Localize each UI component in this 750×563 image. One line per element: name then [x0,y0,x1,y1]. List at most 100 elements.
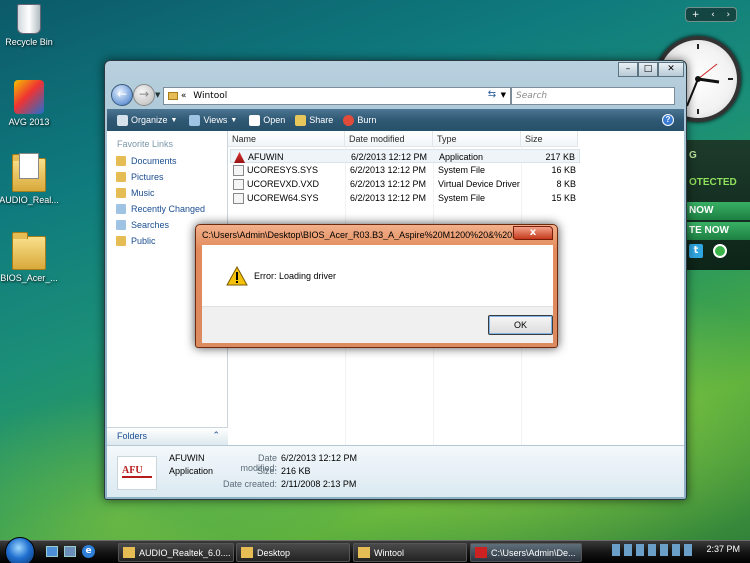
details-name: AFUWIN [169,453,205,463]
searches-icon [116,220,126,230]
desktop-icon-label: BIOS_Acer_... [0,273,58,283]
warning-icon [226,266,248,286]
forward-button[interactable]: → [133,84,155,106]
file-row[interactable]: UCOREW64.SYS 6/2/2013 12:12 PM System Fi… [230,191,580,205]
sidebar-next-button[interactable]: › [726,10,730,20]
column-header-type[interactable]: Type [433,131,521,147]
folder-icon [12,232,46,270]
organize-button[interactable]: Organize ▼ [117,114,177,126]
history-dropdown-icon[interactable]: ▼ [155,91,160,99]
twitter-icon[interactable]: t [689,244,703,258]
add-gadget-button[interactable]: + [692,10,700,20]
breadcrumb-current[interactable]: Wintool [193,91,227,101]
file-modified: 6/2/2013 12:12 PM [351,152,428,162]
file-type: Application [439,152,484,162]
system-file-icon [233,165,244,176]
desktop-icon-bios-folder[interactable]: BIOS_Acer_... [0,232,64,283]
switch-windows-icon[interactable] [64,546,76,557]
folder-icon [358,547,370,558]
system-tray: 2:37 PM [612,544,740,561]
views-icon [189,114,201,126]
desktop-icon-audio-folder[interactable]: AUDIO_Real... [0,153,64,205]
back-button[interactable]: ← [111,84,133,106]
file-modified: 6/2/2013 12:12 PM [350,165,427,175]
avg-icon [14,80,44,114]
start-button[interactable] [5,537,35,563]
column-header-date-modified[interactable]: Date modified [345,131,433,147]
dialog-footer: OK [202,306,553,343]
gadget-button-1[interactable]: NOW [685,202,750,220]
desktop-icon-recycle-bin[interactable]: Recycle Bin [0,4,64,47]
dialog-message: Error: Loading driver [254,271,337,281]
nav-music[interactable]: Music [107,185,227,201]
desktop-icon-label: Recycle Bin [5,37,53,47]
ok-button[interactable]: OK [488,315,553,335]
dialog-close-button[interactable]: x [513,226,553,240]
details-pane: AFU AFUWIN Application Date modified: 6/… [107,445,684,497]
file-row[interactable]: UCOREVXD.VXD 6/2/2013 12:12 PM Virtual D… [230,177,580,191]
refresh-icon[interactable] [713,244,727,258]
taskbar-button-audio[interactable]: AUDIO_Realtek_6.0.... [118,543,234,562]
open-button[interactable]: Open [249,114,285,126]
file-name: UCOREVXD.VXD [247,179,320,189]
search-input[interactable]: Search [511,87,675,105]
column-header-size[interactable]: Size [521,131,578,147]
favorite-links-header: Favorite Links [117,139,174,149]
folders-toggle[interactable]: Folders ⌃ [107,427,228,445]
organize-icon [117,114,128,126]
file-row[interactable]: UCORESYS.SYS 6/2/2013 12:12 PM System Fi… [230,163,580,177]
file-row[interactable]: AFUWIN 6/2/2013 12:12 PM Application 217… [230,149,580,163]
breadcrumb-prefix[interactable]: « [181,91,187,101]
close-button[interactable]: ✕ [658,62,684,77]
error-dialog: C:\Users\Admin\Desktop\BIOS_Acer_R03.B3_… [195,224,558,348]
address-bar[interactable]: « Wintool ▼ [163,87,511,105]
sidebar-prev-button[interactable]: ‹ [711,10,715,20]
folder-icon [123,547,135,558]
afu-logo: AFU [122,465,152,478]
details-modified: 6/2/2013 12:12 PM [281,453,358,463]
taskbar-button-desktop[interactable]: Desktop [236,543,350,562]
show-desktop-icon[interactable] [46,546,58,557]
help-icon[interactable]: ? [662,114,674,126]
column-header-name[interactable]: Name [228,131,345,147]
file-thumbnail: AFU [117,456,157,490]
maximize-button[interactable]: □ [638,62,658,77]
taskbar: e AUDIO_Realtek_6.0.... Desktop Wintool … [0,537,750,563]
documents-icon [116,156,126,166]
desktop-icon-label: AUDIO_Real... [0,195,59,205]
recently-changed-icon [116,204,126,214]
open-icon [249,114,261,126]
folder-icon [168,91,178,100]
refresh-button[interactable]: ⇆ [485,89,499,103]
system-file-icon [233,193,244,204]
minimize-button[interactable]: – [618,62,638,77]
dialog-body: Error: Loading driver [202,245,553,306]
file-type: System File [438,193,486,203]
details-kind: Application [169,466,214,476]
taskbar-button-wintool[interactable]: Wintool [353,543,467,562]
nav-pictures[interactable]: Pictures [107,169,227,185]
system-file-icon [233,179,244,190]
address-dropdown-icon[interactable]: ▼ [501,91,506,99]
burn-button[interactable]: Burn [343,114,376,126]
file-type: Virtual Device Driver [438,179,520,189]
details-created-label: Date created: [222,479,277,489]
file-modified: 6/2/2013 12:12 PM [350,193,427,203]
file-type: System File [438,165,486,175]
gadget-button-2[interactable]: TE NOW [685,222,750,240]
search-placeholder: Search [516,91,548,101]
share-button[interactable]: Share [295,114,333,126]
recycle-bin-icon [17,4,41,34]
nav-recently-changed[interactable]: Recently Changed [107,201,227,217]
desktop-icon-label: AVG 2013 [8,117,50,127]
views-button[interactable]: Views ▼ [189,114,237,126]
internet-explorer-icon[interactable]: e [82,545,95,558]
file-name: UCORESYS.SYS [247,165,319,175]
desktop-icon-avg[interactable]: AVG 2013 [0,80,64,127]
taskbar-button-afuwin[interactable]: C:\Users\Admin\De... [470,543,582,562]
chevron-up-icon: ⌃ [212,430,220,440]
file-name: AFUWIN [248,152,284,162]
clock-time[interactable]: 2:37 PM [707,544,741,554]
file-modified: 6/2/2013 12:12 PM [350,179,427,189]
nav-documents[interactable]: Documents [107,153,227,169]
